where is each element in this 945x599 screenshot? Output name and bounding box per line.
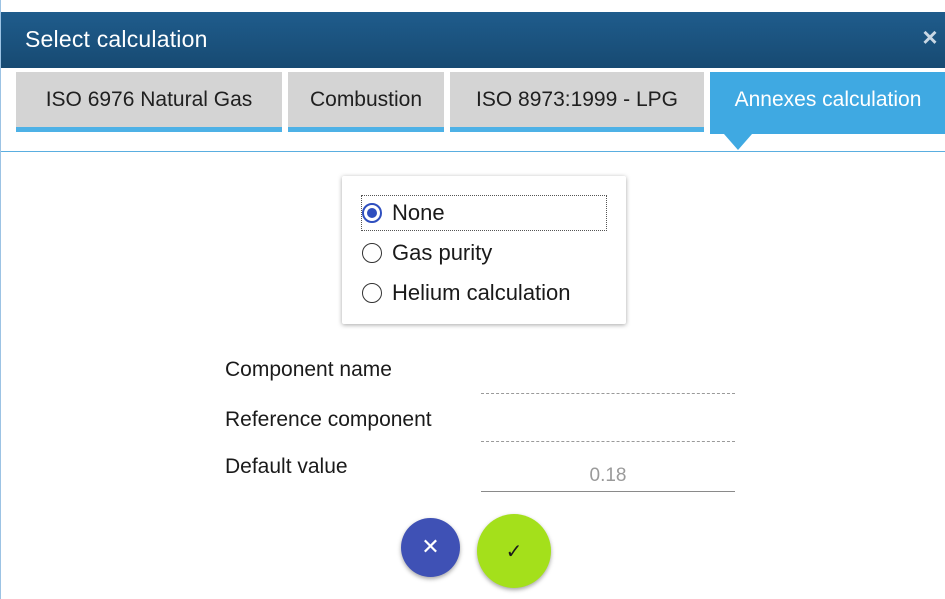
radio-label: Gas purity bbox=[392, 240, 493, 265]
calculation-tabs: ISO 6976 Natural Gas Combustion ISO 8973… bbox=[1, 68, 945, 152]
dialog-title: Select calculation bbox=[25, 26, 208, 52]
tab-annexes-calculation[interactable]: Annexes calculation bbox=[710, 72, 945, 150]
reference-component-field[interactable] bbox=[481, 410, 735, 442]
active-tab-pointer bbox=[724, 134, 752, 150]
radio-option-gas-purity[interactable]: Gas purity bbox=[362, 236, 492, 270]
tab-label: ISO 6976 Natural Gas bbox=[45, 88, 253, 111]
checkmark-icon: ✓ bbox=[505, 539, 523, 563]
radio-option-none[interactable]: None bbox=[361, 195, 607, 231]
default-value-field[interactable] bbox=[481, 460, 735, 492]
close-icon[interactable]: × bbox=[918, 22, 942, 52]
calculation-type-radio-group: None Gas purity Helium calculation bbox=[342, 176, 626, 324]
close-icon: ✕ bbox=[421, 535, 440, 560]
radio-option-helium-calculation[interactable]: Helium calculation bbox=[362, 276, 571, 310]
radio-button-checked[interactable] bbox=[362, 203, 382, 223]
tab-iso-6976-natural-gas[interactable]: ISO 6976 Natural Gas bbox=[16, 72, 282, 132]
tab-label: ISO 8973:1999 - LPG bbox=[476, 88, 678, 111]
tab-label: Combustion bbox=[309, 88, 423, 111]
component-name-field[interactable] bbox=[481, 362, 735, 394]
reference-component-label: Reference component bbox=[225, 408, 432, 431]
tab-combustion[interactable]: Combustion bbox=[288, 72, 444, 132]
select-calculation-dialog: Select calculation × ISO 6976 Natural Ga… bbox=[0, 0, 945, 599]
default-value-label: Default value bbox=[225, 455, 348, 478]
confirm-button[interactable]: ✓ bbox=[477, 514, 551, 588]
radio-label: Helium calculation bbox=[392, 280, 571, 305]
radio-button[interactable] bbox=[362, 243, 382, 263]
radio-button[interactable] bbox=[362, 283, 382, 303]
radio-label: None bbox=[392, 200, 445, 225]
title-bar: Select calculation × bbox=[1, 12, 945, 68]
tab-iso-8973-lpg[interactable]: ISO 8973:1999 - LPG bbox=[450, 72, 704, 132]
tab-label: Annexes calculation bbox=[734, 88, 922, 111]
cancel-button[interactable]: ✕ bbox=[401, 518, 460, 577]
component-name-label: Component name bbox=[225, 358, 392, 381]
